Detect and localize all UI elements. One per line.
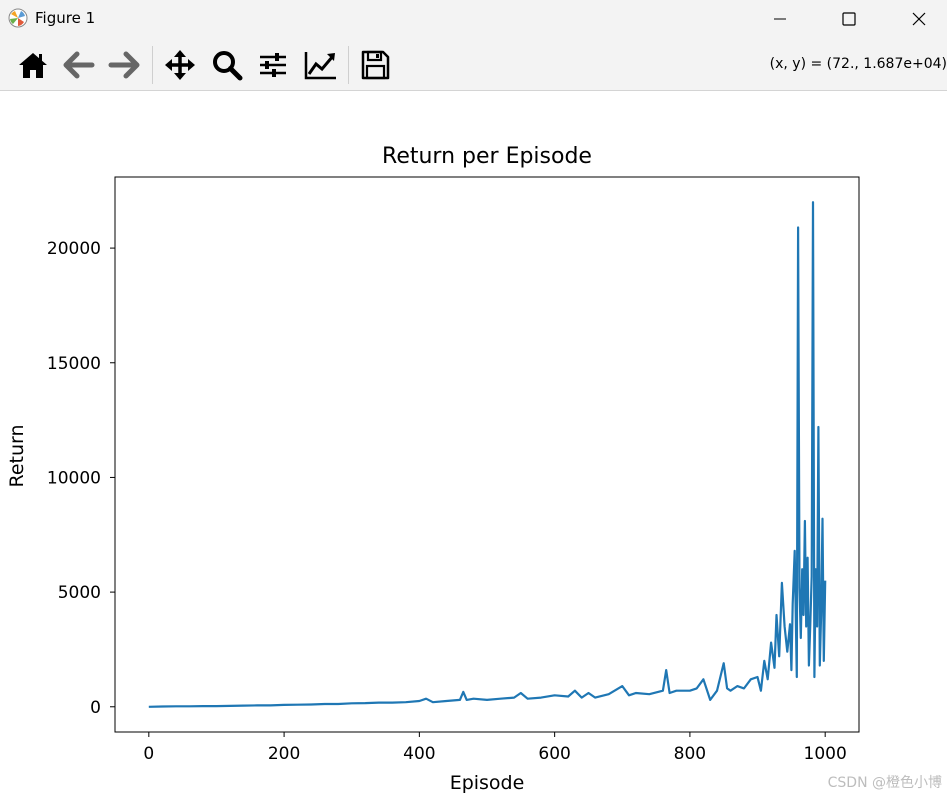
configure-subplots-button[interactable] bbox=[254, 47, 292, 83]
plot-area[interactable] bbox=[115, 177, 859, 732]
line-chart[interactable]: Return per Episode 0 200 400 600 800 10000500… bbox=[0, 91, 947, 798]
window-title: Figure 1 bbox=[35, 9, 96, 27]
figure-canvas[interactable]: Return per Episode 0 200 400 600 800 1000 0 500… bbox=[0, 91, 947, 798]
save-button[interactable] bbox=[356, 47, 394, 83]
zoom-button[interactable] bbox=[208, 47, 246, 83]
close-button[interactable] bbox=[896, 0, 942, 38]
forward-button[interactable] bbox=[105, 47, 143, 83]
x-tick-label: 400 bbox=[403, 744, 435, 764]
y-axis-label: Return bbox=[6, 424, 28, 487]
back-button[interactable] bbox=[60, 47, 98, 83]
floppy-disk-icon bbox=[361, 50, 390, 80]
watermark-text: CSDN @橙色小博 bbox=[827, 775, 942, 791]
x-tick-label: 0 bbox=[143, 744, 154, 764]
maximize-icon bbox=[842, 12, 856, 26]
line-chart-icon bbox=[304, 52, 336, 80]
y-tick-label: 15000 bbox=[47, 354, 101, 374]
maximize-button[interactable] bbox=[826, 0, 872, 38]
y-tick-label: 5000 bbox=[58, 583, 101, 603]
toolbar-separator bbox=[348, 46, 349, 84]
home-button[interactable] bbox=[14, 47, 52, 83]
sliders-icon bbox=[260, 53, 286, 77]
navigation-toolbar: (x, y) = (72., 1.687e+04) bbox=[0, 38, 947, 91]
x-tick-label: 200 bbox=[268, 744, 300, 764]
y-tick-label: 20000 bbox=[47, 239, 101, 259]
toolbar-separator bbox=[152, 46, 153, 84]
chart-title: Return per Episode bbox=[382, 144, 592, 169]
home-icon bbox=[19, 53, 47, 78]
arrow-right-icon bbox=[108, 51, 140, 79]
x-tick-label: 800 bbox=[674, 744, 706, 764]
y-tick-label: 10000 bbox=[47, 468, 101, 488]
pan-button[interactable] bbox=[161, 47, 199, 83]
move-icon bbox=[165, 50, 195, 80]
edit-axis-button[interactable] bbox=[300, 47, 338, 83]
close-icon bbox=[912, 12, 926, 26]
magnifier-icon bbox=[213, 51, 243, 81]
minimize-icon bbox=[774, 18, 786, 20]
matplotlib-icon bbox=[8, 8, 28, 28]
y-tick-label: 0 bbox=[90, 698, 101, 718]
title-bar: Figure 1 bbox=[0, 0, 947, 38]
arrow-left-icon bbox=[63, 51, 95, 79]
coordinate-readout: (x, y) = (72., 1.687e+04) bbox=[769, 56, 947, 72]
x-tick-label: 600 bbox=[538, 744, 570, 764]
minimize-button[interactable] bbox=[757, 0, 803, 38]
x-axis-label: Episode bbox=[450, 772, 525, 794]
x-tick-label: 1000 bbox=[804, 744, 847, 764]
